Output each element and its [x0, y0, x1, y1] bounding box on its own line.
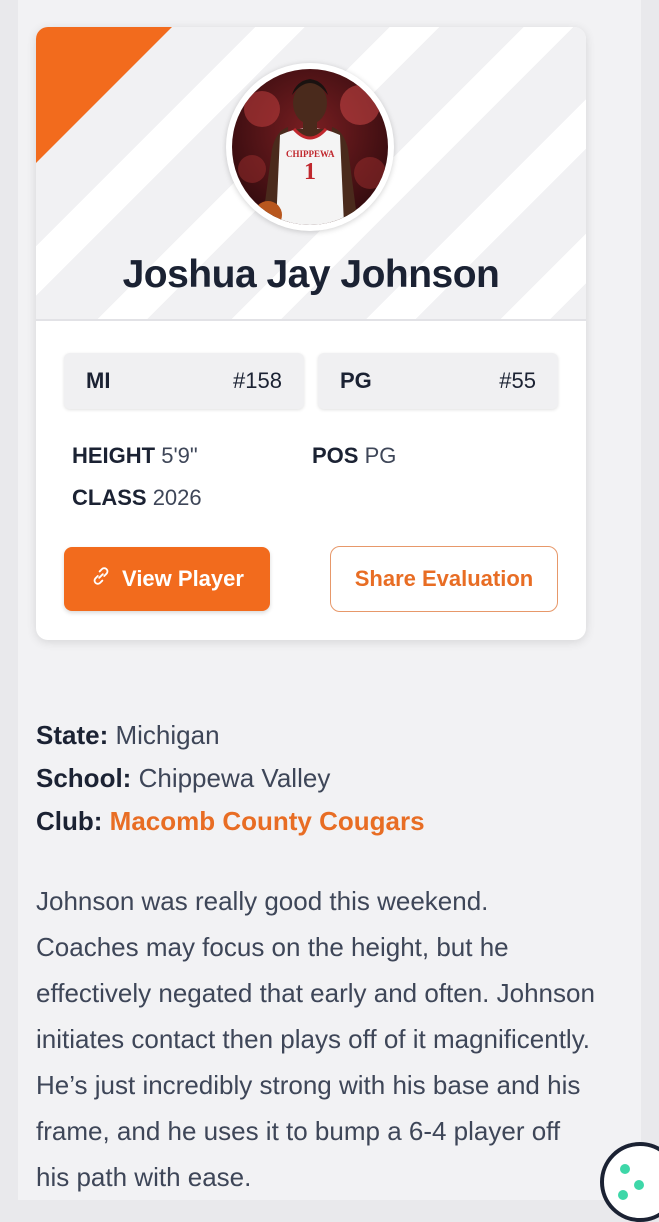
state-info: State: Michigan	[36, 720, 220, 751]
jersey-text: CHIPPEWA	[286, 149, 335, 159]
share-evaluation-button[interactable]: Share Evaluation	[330, 546, 558, 612]
jersey-number: 1	[304, 159, 316, 185]
class-stat: CLASS 2026	[72, 485, 202, 511]
player-card: CHIPPEWA 1 Joshua Jay Johnson MI #158 PG…	[36, 27, 586, 640]
school-info-value: Chippewa Valley	[138, 763, 331, 793]
player-name: Joshua Jay Johnson	[122, 253, 500, 296]
share-evaluation-label: Share Evaluation	[354, 566, 534, 591]
state-rank-value: #158	[233, 368, 282, 393]
club-info-label: Club:	[36, 806, 103, 836]
position-rank-badge: PG #55	[318, 353, 558, 409]
pos-label: POS	[312, 443, 359, 468]
link-icon	[90, 565, 112, 593]
class-label: CLASS	[72, 485, 147, 510]
position-rank-value: #55	[499, 368, 536, 393]
card-header: CHIPPEWA 1 Joshua Jay Johnson	[36, 27, 586, 321]
state-info-value: Michigan	[115, 720, 220, 750]
height-value: 5'9"	[161, 443, 198, 468]
club-link[interactable]: Macomb County Cougars	[110, 806, 425, 836]
corner-accent	[36, 27, 172, 163]
class-value: 2026	[152, 485, 202, 510]
player-photo: CHIPPEWA 1	[232, 69, 388, 225]
school-info-label: School:	[36, 763, 132, 793]
state-rank-label: MI	[86, 368, 111, 393]
state-rank-badge: MI #158	[64, 353, 304, 409]
height-label: HEIGHT	[72, 443, 156, 468]
avatar: CHIPPEWA 1	[226, 63, 394, 231]
height-stat: HEIGHT 5'9"	[72, 443, 198, 469]
club-info: Club: Macomb County Cougars	[36, 806, 425, 837]
evaluation-text: Johnson was really good this weekend. Co…	[36, 886, 595, 1192]
pos-stat: POS PG	[312, 443, 396, 469]
state-info-label: State:	[36, 720, 109, 750]
player-photo-image	[238, 79, 386, 225]
view-player-button[interactable]: View Player	[64, 547, 270, 611]
pos-value: PG	[364, 443, 397, 468]
view-player-label: View Player	[122, 566, 244, 591]
school-info: School: Chippewa Valley	[36, 763, 330, 794]
position-rank-label: PG	[340, 368, 372, 393]
